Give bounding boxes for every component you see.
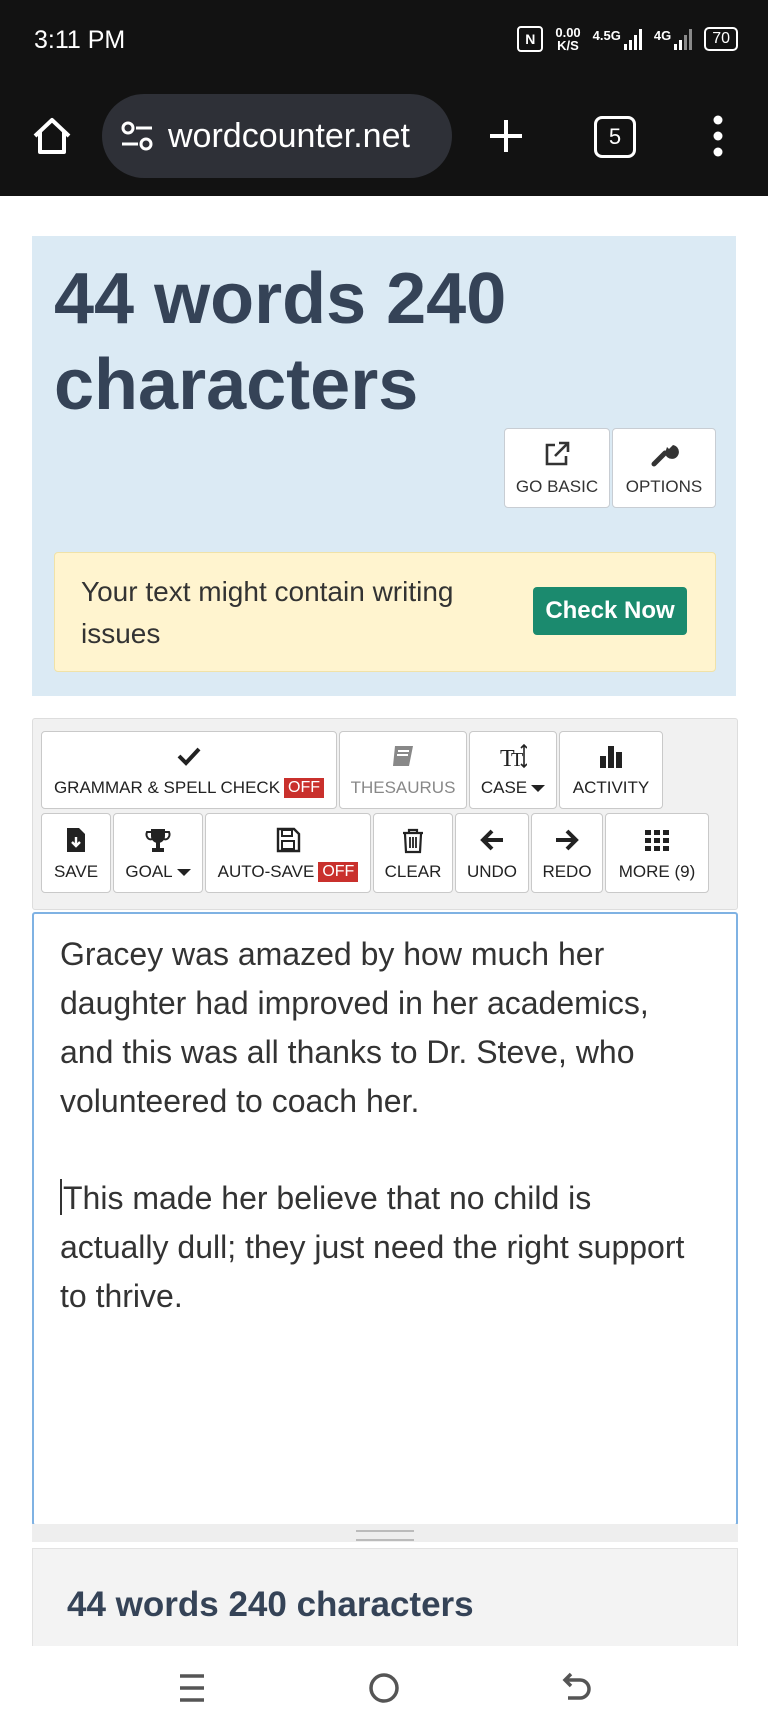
editor-resize-handle[interactable] (32, 1524, 738, 1542)
check-icon (177, 747, 201, 766)
clear-button[interactable]: CLEAR (373, 813, 453, 893)
network-type-1: 4.5G (592, 28, 621, 43)
go-basic-label: GO BASIC (515, 477, 599, 496)
external-link-icon (545, 441, 570, 466)
tab-switcher-button[interactable]: 5 (594, 116, 636, 158)
book-icon (393, 746, 413, 766)
caret-down-icon (531, 784, 546, 792)
undo-label: UNDO (466, 862, 518, 881)
signal-bars-icon (623, 28, 642, 50)
clear-label: CLEAR (384, 862, 442, 881)
svg-text:T: T (511, 749, 523, 770)
address-bar[interactable]: wordcounter.net (102, 94, 452, 178)
count-panel: 44 words 240 characters GO BASIC OPTIONS… (32, 236, 736, 696)
system-nav-bar (0, 1646, 768, 1732)
undo-button[interactable]: UNDO (455, 813, 529, 893)
nfc-icon: N (517, 26, 544, 52)
more-label: MORE (9) (618, 862, 696, 881)
case-label: CASE (480, 778, 528, 797)
battery-icon: 70 (704, 27, 738, 51)
options-button[interactable]: OPTIONS (612, 428, 716, 508)
activity-label: ACTIVITY (572, 778, 650, 797)
status-icons: N 0.00 K/S 4.5G 4G 70 (517, 26, 738, 52)
thesaurus-label: THESAURUS (350, 778, 456, 797)
auto-save-button[interactable]: AUTO-SAVE OFF (205, 813, 371, 893)
check-now-button[interactable]: Check Now (533, 587, 687, 635)
back-icon[interactable] (556, 1668, 596, 1708)
text-height-icon: TT (500, 743, 527, 770)
network-speed: 0.00 K/S (555, 26, 580, 52)
more-button[interactable]: MORE (9) (605, 813, 709, 893)
grammar-check-label: GRAMMAR & SPELL CHECK (53, 778, 281, 797)
summary-panel: 44 words 240 characters (32, 1548, 738, 1650)
writing-issues-alert: Your text might contain writing issues C… (54, 552, 716, 672)
text-editor[interactable]: Gracey was amazed by how much her daught… (32, 912, 738, 1526)
resize-grip-icon (356, 1530, 414, 1541)
case-dropdown[interactable]: TT CASE (469, 731, 557, 809)
trash-icon (403, 828, 423, 854)
grammar-off-badge: OFF (284, 778, 325, 798)
save-label: SAVE (53, 862, 99, 881)
browser-toolbar: wordcounter.net 5 (0, 86, 768, 196)
editor-paragraph-1[interactable]: Gracey was amazed by how much her daught… (60, 930, 700, 1126)
home-circle-icon[interactable] (364, 1668, 404, 1708)
wrench-icon (651, 445, 679, 467)
auto-save-off-badge: OFF (318, 862, 359, 882)
grid-icon (645, 830, 669, 851)
grammar-check-button[interactable]: GRAMMAR & SPELL CHECK OFF (41, 731, 337, 809)
goal-dropdown[interactable]: GOAL (113, 813, 203, 893)
more-vert-icon[interactable] (708, 112, 728, 160)
text-cursor (60, 1179, 62, 1215)
home-icon[interactable] (30, 114, 74, 158)
auto-save-label: AUTO-SAVE (217, 862, 315, 881)
writing-issues-text: Your text might contain writing issues (81, 576, 454, 649)
save-button[interactable]: SAVE (41, 813, 111, 893)
arrow-left-icon (480, 829, 503, 851)
network-type-2: 4G (653, 28, 672, 43)
go-basic-button[interactable]: GO BASIC (504, 428, 610, 508)
editor-paragraph-2[interactable]: This made her believe that no child is a… (60, 1174, 700, 1321)
arrow-right-icon (556, 829, 579, 851)
url-text[interactable]: wordcounter.net (168, 117, 410, 156)
caret-down-icon (176, 868, 191, 876)
summary-count: 44 words 240 characters (67, 1585, 474, 1624)
editor-paragraph-2-text[interactable]: This made her believe that no child is a… (60, 1180, 684, 1314)
thesaurus-button[interactable]: THESAURUS (339, 731, 467, 809)
editor-toolbar: GRAMMAR & SPELL CHECK OFF THESAURUS TT CA… (32, 718, 738, 910)
site-settings-icon[interactable] (118, 117, 156, 155)
activity-button[interactable]: ACTIVITY (559, 731, 663, 809)
redo-label: REDO (542, 862, 592, 881)
status-bar: 3:11 PM N 0.00 K/S 4.5G 4G 70 (0, 0, 768, 86)
redo-button[interactable]: REDO (531, 813, 603, 893)
signal-1: 4.5G (593, 28, 642, 50)
bar-chart-icon (600, 746, 622, 768)
floppy-disk-icon (276, 827, 301, 853)
signal-2: 4G (653, 28, 693, 50)
page-title: 44 words 240 characters (54, 259, 507, 425)
goal-label: GOAL (125, 862, 173, 881)
new-tab-icon[interactable] (484, 114, 528, 158)
menu-icon[interactable] (172, 1668, 212, 1708)
trophy-icon (145, 829, 171, 852)
signal-bars-icon (674, 28, 693, 50)
file-download-icon (67, 828, 85, 852)
status-time: 3:11 PM (34, 26, 126, 54)
options-label: OPTIONS (625, 477, 703, 496)
network-speed-unit: K/S (557, 38, 579, 53)
